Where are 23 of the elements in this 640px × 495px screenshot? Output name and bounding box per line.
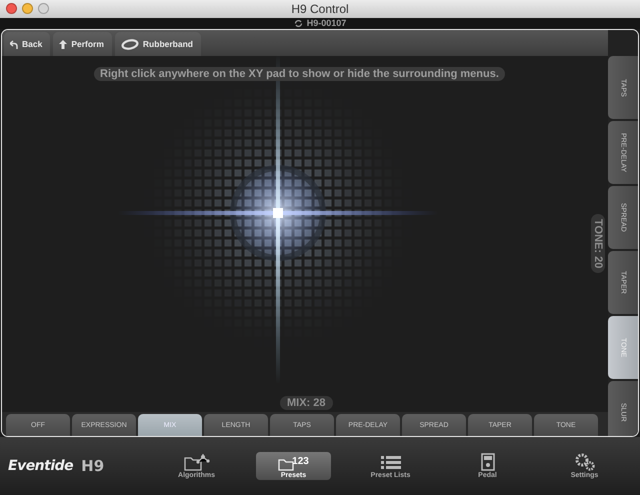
preset-count-label: 123 xyxy=(292,457,309,467)
sync-icon xyxy=(294,18,303,28)
x-value-label: MIX: 28 xyxy=(280,396,333,410)
folder-network-icon xyxy=(184,453,210,471)
perform-button[interactable]: Perform xyxy=(53,32,112,56)
brand-logo: Eventide xyxy=(8,458,74,474)
minimize-button[interactable] xyxy=(22,3,33,14)
gears-icon xyxy=(574,453,596,471)
window-title: H9 Control xyxy=(291,2,349,16)
rubberband-button[interactable]: Rubberband xyxy=(114,32,201,56)
rubber-band-icon xyxy=(120,38,139,50)
up-arrow-icon xyxy=(59,40,68,48)
folder-icon xyxy=(278,457,294,471)
list-icon xyxy=(380,455,402,471)
pedal-icon xyxy=(480,453,494,471)
hint-text: Right click anywhere on the XY pad to show or hide the surrounding menus. xyxy=(94,67,505,81)
zoom-button[interactable] xyxy=(38,3,49,14)
device-name: H9-00107 xyxy=(306,18,346,28)
model-logo: H9 xyxy=(81,457,104,475)
close-button[interactable] xyxy=(6,3,17,14)
back-arrow-icon xyxy=(10,40,18,48)
back-button[interactable]: Back xyxy=(4,32,50,56)
y-value-label: TONE: 20 xyxy=(591,214,605,274)
